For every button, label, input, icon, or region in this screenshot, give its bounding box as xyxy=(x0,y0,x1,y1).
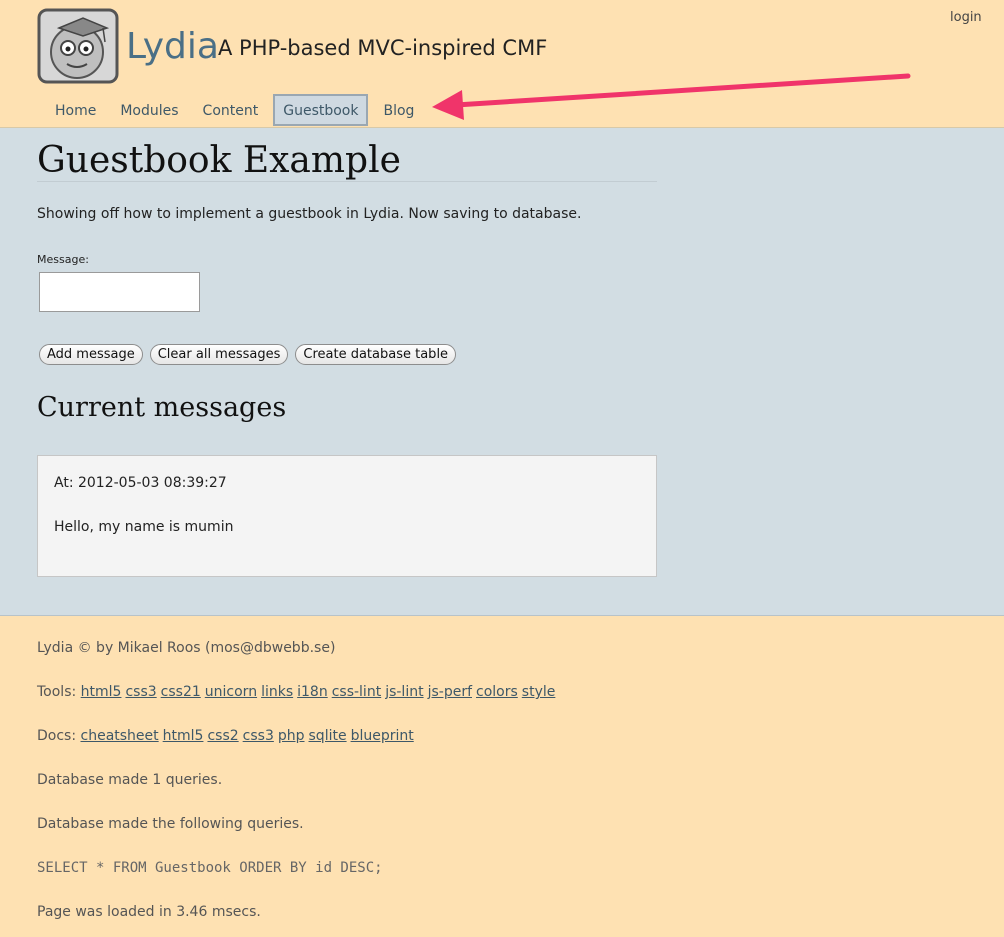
tool-link-js-perf[interactable]: js-perf xyxy=(428,684,472,700)
footer-tools: Tools: html5 css3 css21 unicorn links i18n css… xyxy=(37,684,559,700)
site-header: Lydia A PHP-based MVC-inspired CMF login… xyxy=(0,0,1004,128)
tool-link-js-lint[interactable]: js-lint xyxy=(385,684,423,700)
docs-label: Docs: xyxy=(37,728,77,744)
load-time: Page was loaded in 3.46 msecs. xyxy=(37,904,261,920)
doc-link-cheatsheet[interactable]: cheatsheet xyxy=(81,728,159,744)
tool-link-css-lint[interactable]: css-lint xyxy=(332,684,381,700)
add-message-button[interactable]: Add message xyxy=(39,344,143,365)
nav-home[interactable]: Home xyxy=(46,94,105,126)
tools-label: Tools: xyxy=(37,684,77,700)
footer-docs: Docs: cheatsheet html5 css2 css3 php sqlite bl… xyxy=(37,728,418,744)
message-label: Message: xyxy=(37,253,89,266)
tool-link-css3[interactable]: css3 xyxy=(125,684,156,700)
db-query-count: Database made 1 queries. xyxy=(37,772,223,788)
doc-link-css2[interactable]: css2 xyxy=(207,728,238,744)
login-link[interactable]: login xyxy=(950,10,982,25)
db-queries-label: Database made the following queries. xyxy=(37,816,304,832)
doc-link-php[interactable]: php xyxy=(278,728,305,744)
page-title: Guestbook Example xyxy=(37,140,401,181)
tool-link-i18n[interactable]: i18n xyxy=(297,684,328,700)
tool-link-unicorn[interactable]: unicorn xyxy=(205,684,257,700)
clear-all-messages-button[interactable]: Clear all messages xyxy=(149,344,289,365)
tool-link-style[interactable]: style xyxy=(522,684,556,700)
site-title[interactable]: Lydia xyxy=(126,26,219,67)
message-input[interactable] xyxy=(39,272,200,312)
form-buttons: Add message Clear all messages Create da… xyxy=(39,344,457,365)
nav-modules[interactable]: Modules xyxy=(111,94,187,126)
nav-blog[interactable]: Blog xyxy=(374,94,423,126)
main-navigation: Home Modules Content Guestbook Blog xyxy=(46,94,429,128)
tool-link-colors[interactable]: colors xyxy=(476,684,518,700)
tool-link-html5[interactable]: html5 xyxy=(81,684,122,700)
intro-text: Showing off how to implement a guestbook… xyxy=(37,206,582,222)
doc-link-blueprint[interactable]: blueprint xyxy=(351,728,414,744)
tool-link-css21[interactable]: css21 xyxy=(161,684,201,700)
lydia-logo[interactable] xyxy=(37,8,119,84)
nav-content[interactable]: Content xyxy=(194,94,268,126)
annotation-arrow xyxy=(432,73,911,120)
messages-heading: Current messages xyxy=(37,392,287,423)
nav-guestbook[interactable]: Guestbook xyxy=(273,94,369,126)
footer-credit: Lydia © by Mikael Roos (mos@dbwebb.se) xyxy=(37,640,336,656)
create-database-table-button[interactable]: Create database table xyxy=(295,344,457,365)
main-content: Guestbook Example Showing off how to imp… xyxy=(0,128,1004,616)
sql-query: SELECT * FROM Guestbook ORDER BY id DESC… xyxy=(37,860,383,876)
site-footer: Lydia © by Mikael Roos (mos@dbwebb.se) T… xyxy=(0,616,1004,937)
tool-link-links[interactable]: links xyxy=(261,684,293,700)
doc-link-html5[interactable]: html5 xyxy=(163,728,204,744)
doc-link-sqlite[interactable]: sqlite xyxy=(309,728,347,744)
doc-link-css3[interactable]: css3 xyxy=(243,728,274,744)
site-slogan: A PHP-based MVC-inspired CMF xyxy=(218,36,548,60)
title-divider xyxy=(37,181,657,182)
message-entry: At: 2012-05-03 08:39:27 Hello, my name i… xyxy=(37,455,657,577)
message-date: At: 2012-05-03 08:39:27 xyxy=(54,475,227,491)
message-text: Hello, my name is mumin xyxy=(54,519,234,535)
